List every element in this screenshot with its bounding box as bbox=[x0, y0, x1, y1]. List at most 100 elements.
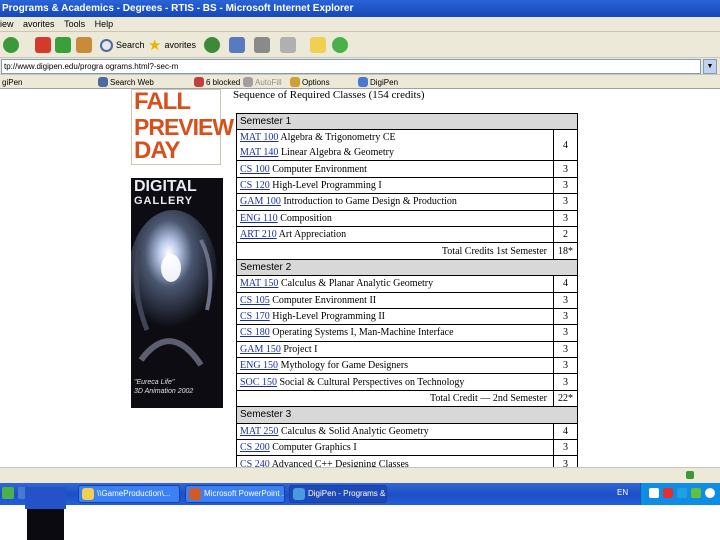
stop-icon bbox=[35, 37, 51, 53]
digipen-link[interactable]: DigiPen bbox=[358, 75, 398, 89]
popup-blocker-button[interactable]: 6 blocked bbox=[194, 75, 240, 89]
stop-button[interactable] bbox=[35, 35, 51, 55]
semester-header: Semester 2 bbox=[236, 258, 578, 277]
favorites-label: avorites bbox=[164, 40, 196, 50]
refresh-icon bbox=[55, 37, 71, 53]
print-button[interactable] bbox=[254, 35, 270, 55]
course-link[interactable]: ART 210 bbox=[240, 229, 277, 240]
address-dropdown-icon[interactable]: ▼ bbox=[703, 59, 717, 74]
course-link[interactable]: MAT 140 bbox=[240, 147, 278, 158]
gallery-subtitle: GALLERY bbox=[134, 195, 194, 207]
taskbar-item-browser[interactable]: DigiPen - Programs & ... bbox=[289, 485, 387, 503]
refresh-button[interactable] bbox=[55, 35, 71, 55]
back-button[interactable] bbox=[3, 35, 19, 55]
history-button[interactable] bbox=[204, 35, 220, 55]
course-link[interactable]: CS 105 bbox=[240, 295, 270, 306]
home-button[interactable] bbox=[76, 35, 92, 55]
quicklaunch-desktop-icon[interactable] bbox=[2, 487, 14, 499]
credits-cell: 4 bbox=[553, 129, 578, 162]
fall-preview-day-banner[interactable]: FALL PREVIEW DAY bbox=[131, 89, 234, 165]
folder-icon bbox=[82, 488, 94, 500]
mail-button[interactable] bbox=[229, 35, 245, 55]
tray-icon[interactable] bbox=[663, 488, 673, 498]
menu-bar: iew avorites Tools Help bbox=[0, 17, 720, 32]
search-web-icon bbox=[98, 77, 108, 87]
gallery-title: DIGITAL bbox=[134, 178, 197, 195]
folder-button[interactable] bbox=[310, 35, 326, 55]
semester-header: Semester 1 bbox=[236, 112, 578, 131]
course-link[interactable]: CS 200 bbox=[240, 442, 270, 453]
total-label: Total Credit — 2nd Semester bbox=[236, 389, 554, 408]
history-icon bbox=[204, 37, 220, 53]
credits-cell: 2 bbox=[553, 225, 578, 244]
page-icon bbox=[358, 77, 368, 87]
total-row: Total Credit — 2nd Semester 22* bbox=[236, 389, 578, 408]
credits-cell: 3 bbox=[553, 455, 578, 467]
course-link[interactable]: CS 100 bbox=[240, 164, 270, 175]
printer-icon bbox=[254, 37, 270, 53]
menu-view[interactable]: iew bbox=[0, 17, 21, 31]
favorites-button[interactable]: ★ avorites bbox=[148, 35, 196, 55]
address-input[interactable]: tp://www.digipen.edu/progra ograms.html?… bbox=[1, 59, 701, 74]
banner-line-1: FALL bbox=[134, 89, 191, 115]
credits-cell: 3 bbox=[553, 373, 578, 391]
course-link[interactable]: MAT 250 bbox=[240, 426, 278, 437]
search-label: Search bbox=[116, 40, 145, 50]
table-row: ENG 110 Composition 3 bbox=[236, 209, 578, 227]
search-web-button[interactable]: Search Web bbox=[98, 75, 154, 89]
credits-cell: 3 bbox=[553, 340, 578, 359]
table-row: CS 105 Computer Environment II 3 bbox=[236, 291, 578, 309]
star-icon: ★ bbox=[148, 37, 162, 54]
autofill-icon bbox=[243, 77, 253, 87]
tray-icon[interactable] bbox=[677, 488, 687, 498]
tray-icon[interactable] bbox=[649, 488, 659, 498]
course-link[interactable]: MAT 150 bbox=[240, 278, 278, 289]
taskbar-item-explorer[interactable]: \\GameProduction\... bbox=[78, 485, 180, 503]
course-link[interactable]: CS 120 bbox=[240, 180, 270, 191]
course-link[interactable]: SOC 150 bbox=[240, 377, 277, 388]
table-row: ART 210 Art Appreciation 2 bbox=[236, 225, 578, 244]
table-row: CS 240 Advanced C++ Designing Classes 3 bbox=[236, 455, 578, 467]
gallery-artwork bbox=[131, 210, 223, 380]
status-bar bbox=[0, 467, 720, 483]
course-link[interactable]: GAM 150 bbox=[240, 344, 281, 355]
options-button[interactable]: Options bbox=[290, 75, 330, 89]
ie-icon bbox=[293, 488, 305, 500]
window-title-bar: Programs & Academics - Degrees - RTIS - … bbox=[0, 0, 720, 17]
taskbar-item-powerpoint[interactable]: Microsoft PowerPoint ... bbox=[185, 485, 285, 503]
toolbar-label: giPen bbox=[2, 77, 23, 87]
page-content: FALL PREVIEW DAY DIGITAL GALLERY "Eureca… bbox=[0, 89, 720, 467]
course-link[interactable]: GAM 100 bbox=[240, 196, 281, 207]
language-indicator[interactable]: EN bbox=[617, 488, 628, 497]
messenger-button[interactable] bbox=[332, 35, 348, 55]
table-row: GAM 150 Project I 3 bbox=[236, 340, 578, 359]
mail-icon bbox=[229, 37, 245, 53]
search-button[interactable]: Search bbox=[100, 35, 145, 55]
menu-favorites[interactable]: avorites bbox=[23, 17, 62, 31]
menu-tools[interactable]: Tools bbox=[64, 17, 92, 31]
window-title: Programs & Academics - Degrees - RTIS - … bbox=[2, 3, 354, 14]
course-link[interactable]: CS 170 bbox=[240, 311, 270, 322]
tray-icon[interactable] bbox=[691, 488, 701, 498]
speaker-icon[interactable] bbox=[705, 488, 715, 498]
autofill-button[interactable]: AutoFill bbox=[243, 75, 282, 89]
search-icon bbox=[100, 38, 113, 52]
semester-header: Semester 3 bbox=[236, 406, 578, 424]
edit-button[interactable] bbox=[280, 35, 296, 55]
menu-help[interactable]: Help bbox=[95, 17, 121, 31]
table-row: CS 100 Computer Environment 3 bbox=[236, 160, 578, 178]
course-link[interactable]: ENG 150 bbox=[240, 360, 278, 371]
table-row: CS 180 Operating Systems I, Man-Machine … bbox=[236, 324, 578, 342]
course-link[interactable]: MAT 100 bbox=[240, 132, 278, 143]
credits-cell: 3 bbox=[553, 291, 578, 309]
course-link[interactable]: ENG 110 bbox=[240, 213, 278, 224]
google-toolbar: giPen Search Web 6 blocked AutoFill Opti… bbox=[0, 75, 720, 89]
credits-cell: 3 bbox=[553, 209, 578, 227]
banner-line-2: PREVIEW bbox=[134, 114, 234, 140]
credits-cell: 3 bbox=[553, 307, 578, 326]
course-link[interactable]: CS 240 bbox=[240, 459, 270, 467]
table-row: ENG 150 Mythology for Game Designers 3 bbox=[236, 357, 578, 375]
zone-icon bbox=[686, 471, 694, 479]
digital-gallery-banner[interactable]: DIGITAL GALLERY "Eureca Life" 3D Animati… bbox=[131, 178, 223, 408]
course-link[interactable]: CS 180 bbox=[240, 327, 270, 338]
